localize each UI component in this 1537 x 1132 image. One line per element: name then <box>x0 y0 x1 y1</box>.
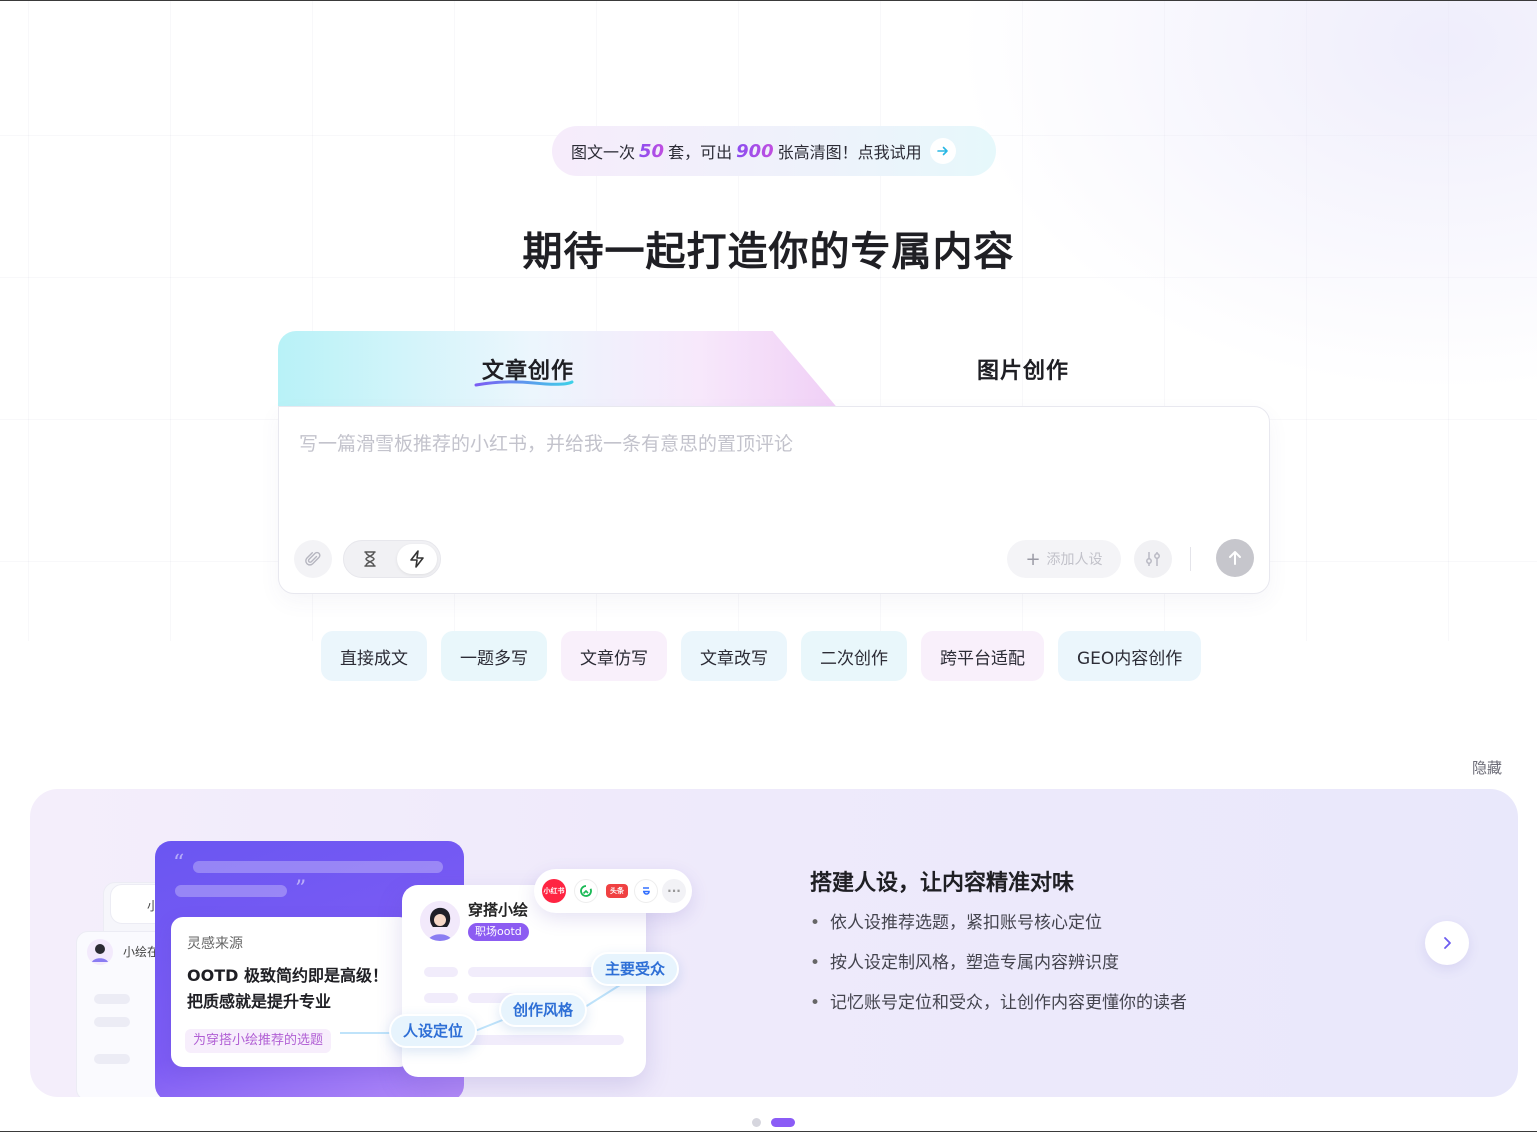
avatar <box>420 901 460 941</box>
fast-mode-button[interactable] <box>397 544 437 574</box>
xiaohongshu-icon: 小红书 <box>542 879 566 903</box>
promo-count-sets: 50 <box>639 140 665 162</box>
chip-geo-content[interactable]: GEO内容创作 <box>1058 631 1202 681</box>
placeholder-bar <box>193 861 443 873</box>
arrow-up-icon <box>1229 551 1241 565</box>
back-card-avatar-2: 小绘在 <box>83 935 163 971</box>
plus-icon: + <box>1025 548 1041 570</box>
quote-open-icon: “ <box>173 851 185 876</box>
inspiration-tag: 为穿搭小绘推荐的选题 <box>185 1029 332 1053</box>
placeholder-line <box>94 994 130 1004</box>
wechat-icon <box>574 879 598 903</box>
tag-style: 创作风格 <box>499 993 588 1027</box>
next-slide-button[interactable] <box>1425 921 1469 965</box>
carousel-dots <box>752 1118 795 1127</box>
placeholder-line <box>424 993 458 1003</box>
hourglass-icon <box>364 551 376 567</box>
inspiration-title: 灵感来源 <box>187 936 243 952</box>
send-button[interactable] <box>1216 539 1254 577</box>
chip-imitate[interactable]: 文章仿写 <box>561 631 667 681</box>
inspiration-card: 灵感来源 OOTD 极致简约即是高级！把质感就是提升专业 为穿搭小绘推荐的选题 <box>171 917 411 1067</box>
chevron-right-icon <box>1444 937 1451 949</box>
quick-actions: 直接成文 一题多写 文章仿写 文章改写 二次创作 跨平台适配 GEO内容创作 <box>321 631 1202 681</box>
avatar-icon <box>420 901 460 941</box>
creation-tabs: 文章创作 图片创作 <box>278 331 1270 411</box>
placeholder-line <box>94 1054 130 1064</box>
carousel-dot-2[interactable] <box>771 1118 795 1127</box>
tag-audience: 主要受众 <box>591 952 680 986</box>
chip-rewrite[interactable]: 文章改写 <box>681 631 787 681</box>
quote-close-icon: ” <box>295 877 307 902</box>
baijiahao-icon <box>634 879 658 903</box>
persona-name: 穿搭小绘 <box>468 901 529 919</box>
prompt-composer: + 添加人设 <box>278 406 1270 594</box>
banner-feature-list: 依人设推荐选题，紧扣账号核心定位 按人设定制风格，塑造专属内容辨识度 记忆账号定… <box>810 911 1187 1031</box>
banner-title-highlight: 让内容精准对味 <box>920 871 1075 896</box>
sliders-icon <box>1146 552 1160 566</box>
banner-title-plain: 搭建人设， <box>810 871 921 896</box>
placeholder-line <box>94 1017 130 1027</box>
arrow-right-icon[interactable] <box>929 138 956 164</box>
add-persona-button[interactable]: + 添加人设 <box>1007 540 1121 578</box>
promo-mid: 套，可出 <box>668 143 733 162</box>
list-item: 按人设定制风格，塑造专属内容辨识度 <box>810 951 1187 991</box>
placeholder-line <box>424 967 458 977</box>
speed-mode-toggle <box>343 540 441 578</box>
more-icon: ··· <box>662 879 686 903</box>
promo-prefix: 图文一次 <box>571 143 636 162</box>
placeholder-bar <box>175 885 287 897</box>
persona-illustration: 小 小绘在 “ ” 灵感来源 OOTD 极致简约即是高级！把质感就是提升专业 为… <box>30 789 750 1097</box>
deep-mode-button[interactable] <box>355 544 385 574</box>
list-item: 依人设推荐选题，紧扣账号核心定位 <box>810 911 1187 951</box>
back-card-name-2: 小绘在 <box>123 945 160 959</box>
chip-secondary-creation[interactable]: 二次创作 <box>801 631 907 681</box>
add-persona-label: 添加人设 <box>1046 552 1103 568</box>
divider <box>1190 547 1191 571</box>
tag-persona: 人设定位 <box>389 1014 478 1048</box>
persona-badge: 职场ootd <box>468 923 529 941</box>
toutiao-icon: 头条 <box>606 884 628 898</box>
tab-image[interactable]: 图片创作 <box>977 353 1069 385</box>
avatar-icon <box>87 939 113 965</box>
attach-button[interactable] <box>294 540 332 578</box>
chip-multi-write[interactable]: 一题多写 <box>441 631 547 681</box>
chip-cross-platform[interactable]: 跨平台适配 <box>921 631 1044 681</box>
hide-banner-link[interactable]: 隐藏 <box>1472 757 1502 778</box>
promo-count-images: 900 <box>736 140 774 162</box>
inspiration-body: OOTD 极致简约即是高级！把质感就是提升专业 <box>187 966 388 1011</box>
feature-banner: 小 小绘在 “ ” 灵感来源 OOTD 极致简约即是高级！把质感就是提升专业 为… <box>30 789 1518 1097</box>
prompt-input[interactable] <box>299 429 1239 519</box>
paperclip-icon <box>305 551 321 566</box>
tab-underline-icon <box>474 380 574 387</box>
banner-title: 搭建人设，让内容精准对味 <box>810 865 1074 897</box>
page-title: 期待一起打造你的专属内容 <box>522 229 1015 275</box>
chip-direct-article[interactable]: 直接成文 <box>321 631 427 681</box>
carousel-dot-1[interactable] <box>752 1118 761 1127</box>
promo-banner[interactable]: 图文一次 50 套，可出 900 张高清图！点我试用 <box>552 126 996 176</box>
platform-selector: 小红书 头条 ··· <box>534 869 692 913</box>
promo-suffix: 张高清图！点我试用 <box>777 143 922 162</box>
list-item: 记忆账号定位和受众，让创作内容更懂你的读者 <box>810 991 1187 1031</box>
lightning-icon <box>410 550 424 568</box>
settings-button[interactable] <box>1134 540 1172 578</box>
